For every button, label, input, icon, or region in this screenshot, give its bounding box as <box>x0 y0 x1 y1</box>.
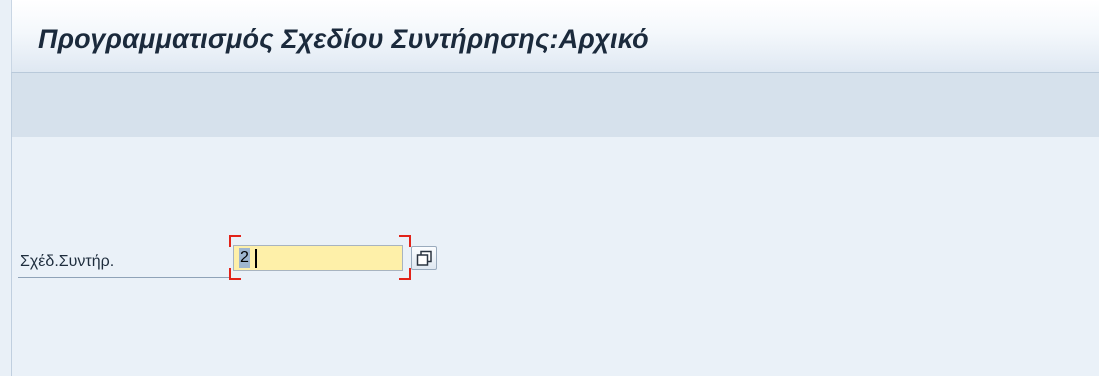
window-left-edge <box>0 0 10 376</box>
copy-icon <box>416 250 432 266</box>
value-help-button[interactable] <box>411 246 437 270</box>
main-content <box>11 137 1099 376</box>
page-title: Προγραμματισμός Σχεδίου Συντήρησης:Αρχικ… <box>38 24 649 54</box>
maintenance-plan-input-value: 2 <box>239 248 250 268</box>
maintenance-plan-field-wrapper: 2 <box>229 235 411 280</box>
label-underline <box>18 277 230 278</box>
maintenance-plan-label: Σχέδ.Συντήρ. <box>20 253 115 270</box>
sap-screen: Προγραμματισμός Σχεδίου Συντήρησης:Αρχικ… <box>0 0 1099 376</box>
title-bar: Προγραμματισμός Σχεδίου Συντήρησης:Αρχικ… <box>11 0 1099 72</box>
maintenance-plan-input[interactable]: 2 <box>233 245 403 271</box>
application-toolbar <box>11 72 1099 138</box>
text-caret <box>255 249 257 268</box>
